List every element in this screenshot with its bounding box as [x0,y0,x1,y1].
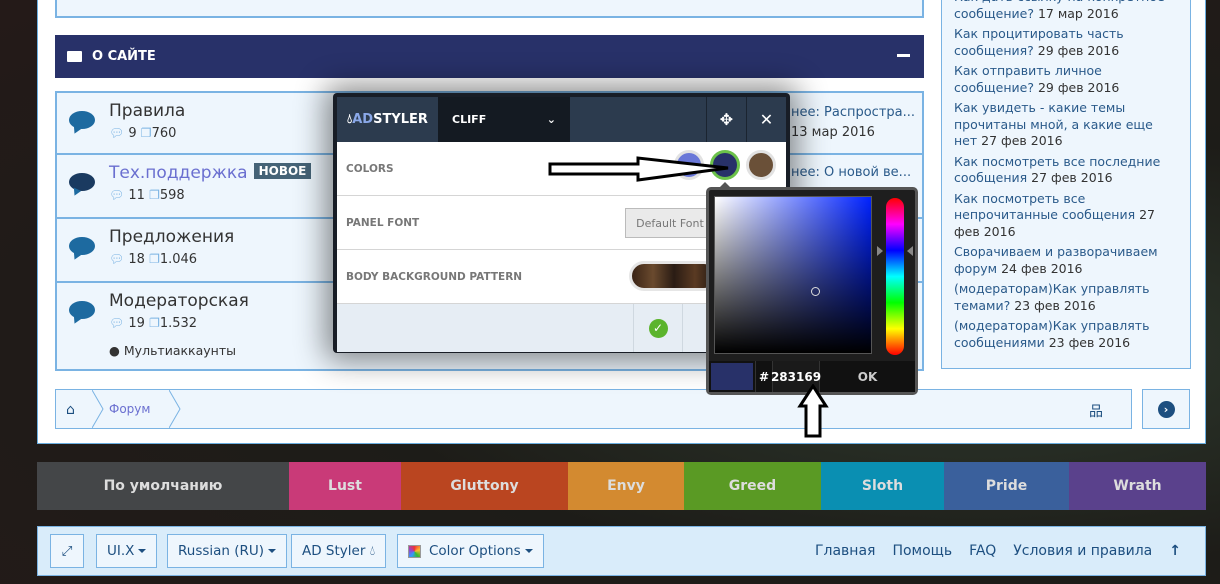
style-sloth[interactable]: Sloth [821,462,944,510]
style-greed[interactable]: Greed [684,462,821,510]
sidebar-thread[interactable]: Как отправить личное сообщение? 29 фев 2… [954,63,1178,96]
save-button[interactable]: ✓ [633,304,683,352]
arrow-up-icon[interactable]: ↑ [1169,543,1181,559]
fullwidth-toggle[interactable]: ⤢ [50,534,84,568]
forum-icon [69,173,95,191]
uix-menu[interactable]: UI.X [96,534,158,568]
forum-stats: 💬︎ 19 ❐1.532 [109,316,198,331]
expand-icon: ⤢ [61,543,73,559]
adstyler-button[interactable]: AD Styler 💧︎ [291,534,387,568]
breadcrumb-separator [92,390,104,428]
annotation-arrow-right [548,156,729,182]
preset-select[interactable]: CLIFF ⌄ [438,97,570,142]
chevron-down-icon: ⌄ [546,113,556,126]
folder-icon [67,51,82,62]
footer-link-help[interactable]: Помощь [892,543,952,559]
last-date: 13 мар 2016 [791,125,875,140]
breadcrumb-separator [169,390,181,428]
style-lust[interactable]: Lust [289,462,401,510]
forum-icon [69,301,95,319]
sidebar-thread[interactable]: Сворачиваем и разворачиваем форум 24 фев… [954,244,1178,277]
breadcrumb-forum[interactable]: Форум [109,402,150,416]
hue-slider[interactable] [886,198,904,355]
hue-handle-right[interactable] [907,246,913,256]
forum-title[interactable]: Правила [109,101,185,121]
forum-stats: 💬︎ 18 ❐1.046 [109,252,198,267]
forum-icon [69,237,95,255]
adstyler-logo: 💧︎ AD STYLER [347,112,428,127]
sidebar-thread[interactable]: Как дать ссылку на конкретное сообщение?… [954,0,1178,22]
last-post[interactable]: нее: О новой ве... [791,165,911,180]
footer: ⤢ UI.X Russian (RU) AD Styler 💧︎ Color O… [37,526,1206,576]
picker-cursor[interactable] [811,287,820,296]
home-icon[interactable]: ⌂ [66,402,75,418]
style-pride[interactable]: Pride [944,462,1069,510]
color-picker: # 283169 OK [706,182,918,395]
caret-down-icon [524,549,533,553]
hash-label: # [755,361,772,392]
sidebar-thread[interactable]: Как посмотреть все последние сообщения 2… [954,154,1178,187]
style-envy[interactable]: Envy [568,462,684,510]
footer-links: Главная Помощь FAQ Условия и правила ↑ [815,543,1181,559]
footer-link-terms[interactable]: Условия и правила [1013,543,1152,559]
sidebar-latest: Как дать ссылку на конкретное сообщение?… [941,0,1191,369]
sidebar-thread[interactable]: Как процитировать часть сообщения? 29 фе… [954,26,1178,59]
color-swatch[interactable] [746,150,776,180]
style-wrath[interactable]: Wrath [1069,462,1206,510]
forum-row-partial [55,0,924,18]
forum-title[interactable]: Тех.поддержка НОВОЕ [109,163,312,183]
forum-stats: 💬︎ 11 ❐598 [109,188,185,203]
chevron-right-icon: › [1157,400,1175,418]
ok-button[interactable]: OK [820,361,915,392]
style-default[interactable]: По умолчанию [37,462,289,510]
forum-stats: 💬︎ 9 ❐760 [109,126,177,141]
check-icon: ✓ [648,318,668,338]
breadcrumb: ⌂ Форум 品 [55,389,1132,429]
forum-title[interactable]: Модераторская [109,291,249,311]
current-color [709,361,755,392]
last-post[interactable]: нее: Распростра... [791,105,915,120]
close-icon[interactable]: ✕ [746,97,786,142]
annotation-arrow-up [797,384,829,438]
collapse-icon[interactable] [897,54,910,57]
subforum-link[interactable]: ● Мультиаккаунты [109,343,236,358]
jump-button[interactable]: › [1142,389,1190,429]
caret-down-icon [268,549,277,553]
font-select[interactable]: Default Font [625,208,715,238]
drop-icon: 💧︎ [369,543,376,559]
style-chooser: По умолчанию Lust Gluttony Envy Greed Sl… [37,462,1206,510]
caret-down-icon [138,549,147,553]
color-options-menu[interactable]: Color Options [397,534,544,568]
sitemap-icon[interactable]: 品 [1089,401,1103,421]
style-gluttony[interactable]: Gluttony [401,462,568,510]
language-menu[interactable]: Russian (RU) [167,534,288,568]
forum-icon [69,111,95,129]
saturation-area[interactable] [714,196,872,354]
hue-handle-left[interactable] [877,246,883,256]
footer-link-faq[interactable]: FAQ [969,543,996,559]
move-icon[interactable]: ✥ [706,97,746,142]
sidebar-thread[interactable]: Как увидеть - какие темы прочитаны мной,… [954,100,1178,150]
footer-link-home[interactable]: Главная [815,543,875,559]
sidebar-thread[interactable]: Как посмотреть все непрочитанные сообщен… [954,191,1178,241]
category-title: О САЙТЕ [92,49,156,64]
category-header[interactable]: О САЙТЕ [55,35,924,78]
sidebar-thread[interactable]: (модераторам)Как управлять сообщениями 2… [954,318,1178,351]
new-badge: НОВОЕ [253,163,312,179]
forum-title[interactable]: Предложения [109,227,234,247]
palette-icon [408,544,421,558]
sidebar-thread[interactable]: (модераторам)Как управлять темами? 23 фе… [954,281,1178,314]
